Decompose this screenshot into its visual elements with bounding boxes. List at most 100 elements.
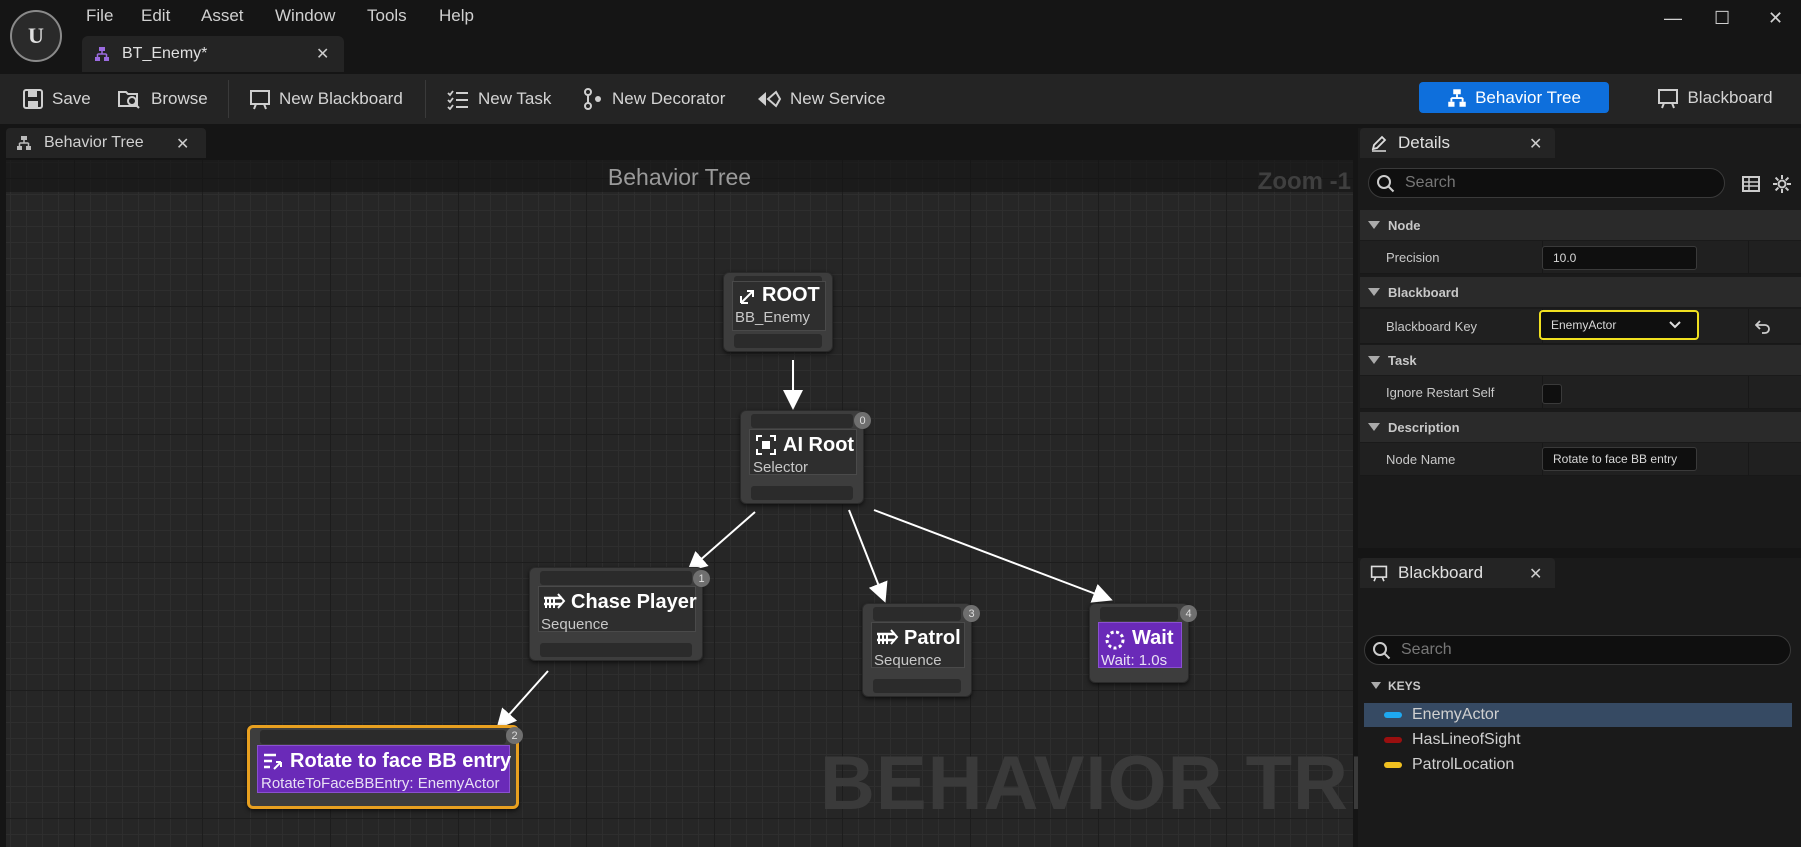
search-icon	[1377, 175, 1395, 193]
mode-blackboard-label: Blackboard	[1687, 87, 1773, 107]
details-search-placeholder: Search	[1405, 174, 1456, 191]
node-title: Wait	[1132, 627, 1174, 649]
node-patrol[interactable]: Patrol Sequence	[862, 603, 972, 697]
root-icon	[740, 290, 754, 304]
details-tab-label: Details	[1398, 133, 1450, 152]
close-blackboard-tab-icon[interactable]: ✕	[1529, 564, 1542, 584]
blackboard-key-value: EnemyActor	[1551, 318, 1617, 332]
category-blackboard[interactable]: Blackboard	[1360, 277, 1801, 307]
new-decorator-label: New Decorator	[612, 89, 726, 108]
blackboard-icon	[250, 90, 270, 110]
mode-blackboard-button[interactable]: Blackboard	[1640, 82, 1790, 113]
object-type-icon	[1384, 712, 1402, 718]
node-title: ROOT	[762, 284, 820, 306]
node-index-badge: 0	[854, 412, 871, 429]
category-task[interactable]: Task	[1360, 345, 1801, 375]
node-subtitle: RotateToFaceBBEntry: EnemyActor	[261, 775, 500, 792]
node-bottom-pin	[734, 334, 822, 348]
task-list-icon	[447, 90, 468, 110]
mode-behavior-tree-button[interactable]: Behavior Tree	[1419, 82, 1609, 113]
keys-header[interactable]: KEYS	[1364, 675, 1792, 697]
mode-behavior-tree-label: Behavior Tree	[1475, 87, 1581, 107]
node-name-field[interactable]: Rotate to face BB entry	[1542, 447, 1697, 471]
new-service-button[interactable]: New Service	[756, 86, 885, 112]
property-ignore-restart-self: Ignore Restart Self	[1360, 376, 1801, 409]
new-task-label: New Task	[478, 89, 552, 108]
node-chase-player[interactable]: Chase Player Sequence	[529, 567, 703, 661]
toolbar-divider	[228, 80, 229, 118]
precision-field[interactable]: 10.0	[1542, 246, 1697, 270]
chevron-down-icon	[1669, 321, 1681, 329]
reset-to-default-icon[interactable]	[1755, 318, 1771, 334]
new-blackboard-button[interactable]: New Blackboard	[249, 86, 403, 112]
service-icon	[758, 90, 782, 108]
table-view-icon[interactable]	[1742, 175, 1760, 193]
blackboard-key-patrollocation[interactable]: PatrolLocation	[1364, 753, 1792, 777]
node-title: AI Root	[783, 434, 855, 456]
menu-tools[interactable]: Tools	[367, 6, 407, 26]
sequence-icon	[544, 593, 566, 609]
node-wait[interactable]: Wait Wait: 1.0s	[1089, 603, 1189, 683]
document-tab[interactable]: BT_Enemy*	[82, 36, 344, 72]
category-description[interactable]: Description	[1360, 412, 1801, 442]
node-subtitle: Sequence	[541, 616, 609, 633]
blackboard-search-input[interactable]: Search	[1364, 635, 1791, 665]
vector-type-icon	[1384, 762, 1402, 768]
details-tab[interactable]: Details	[1360, 128, 1555, 158]
node-title: Chase Player	[571, 591, 697, 613]
menu-edit[interactable]: Edit	[141, 6, 170, 26]
behavior-tree-icon	[1448, 88, 1466, 107]
category-node[interactable]: Node	[1360, 210, 1801, 240]
rotate-task-icon	[264, 753, 282, 770]
close-doc-tab-icon[interactable]: ✕	[316, 44, 329, 64]
node-index-badge: 2	[506, 727, 523, 744]
unreal-logo-icon[interactable]: U	[10, 10, 62, 62]
browse-button[interactable]: Browse	[117, 86, 208, 112]
browse-icon	[118, 91, 140, 109]
blackboard-key-haslineofsight[interactable]: HasLineofSight	[1364, 728, 1792, 752]
pencil-icon	[1371, 135, 1387, 152]
document-tab-label: BT_Enemy*	[122, 45, 208, 62]
close-details-tab-icon[interactable]: ✕	[1529, 134, 1542, 154]
details-search-input[interactable]: Search	[1368, 168, 1725, 198]
menu-file[interactable]: File	[86, 6, 113, 26]
blackboard-key-label: Blackboard Key	[1386, 319, 1478, 334]
node-subtitle: BB_Enemy	[735, 309, 811, 326]
blackboard-tab-label: Blackboard	[1398, 563, 1484, 582]
node-title: Rotate to face BB entry	[290, 750, 512, 772]
node-index-badge: 4	[1180, 605, 1197, 622]
ignore-restart-self-checkbox[interactable]	[1542, 384, 1562, 404]
settings-gear-icon[interactable]	[1772, 174, 1792, 194]
node-ai-root[interactable]: AI Root Selector	[740, 410, 864, 504]
close-panel-tab-icon[interactable]: ✕	[176, 134, 189, 154]
maximize-icon[interactable]: ☐	[1714, 8, 1730, 29]
menu-asset[interactable]: Asset	[201, 6, 244, 26]
sequence-icon	[877, 629, 899, 645]
menu-help[interactable]: Help	[439, 6, 474, 26]
save-label: Save	[52, 89, 91, 108]
precision-label: Precision	[1386, 250, 1440, 265]
node-subtitle: Selector	[753, 459, 809, 476]
node-subtitle: Wait: 1.0s	[1101, 652, 1168, 669]
browse-label: Browse	[151, 89, 208, 108]
blackboard-key-dropdown[interactable]: EnemyActor	[1539, 310, 1699, 340]
close-window-icon[interactable]: ✕	[1768, 8, 1783, 29]
new-task-button[interactable]: New Task	[446, 86, 551, 112]
node-root[interactable]: ROOT BB_Enemy	[723, 272, 833, 352]
save-button[interactable]: Save	[22, 86, 91, 112]
behavior-tree-icon	[17, 136, 31, 150]
node-rotate-to-face-bb-entry[interactable]: Rotate to face BB entry RotateToFaceBBEn…	[247, 725, 519, 809]
blackboard-key-enemyactor[interactable]: EnemyActor	[1364, 703, 1792, 727]
new-blackboard-label: New Blackboard	[279, 89, 403, 108]
node-index-badge: 1	[693, 570, 710, 587]
toolbar-divider	[425, 80, 426, 118]
menu-window[interactable]: Window	[275, 6, 335, 26]
minimize-icon[interactable]: —	[1664, 8, 1682, 29]
ignore-restart-self-label: Ignore Restart Self	[1386, 385, 1495, 400]
wait-icon	[1105, 630, 1125, 650]
new-decorator-button[interactable]: New Decorator	[582, 86, 725, 112]
blackboard-tab[interactable]: Blackboard	[1360, 558, 1555, 588]
new-service-label: New Service	[790, 89, 886, 108]
save-icon	[23, 89, 43, 109]
bool-type-icon	[1384, 737, 1402, 743]
